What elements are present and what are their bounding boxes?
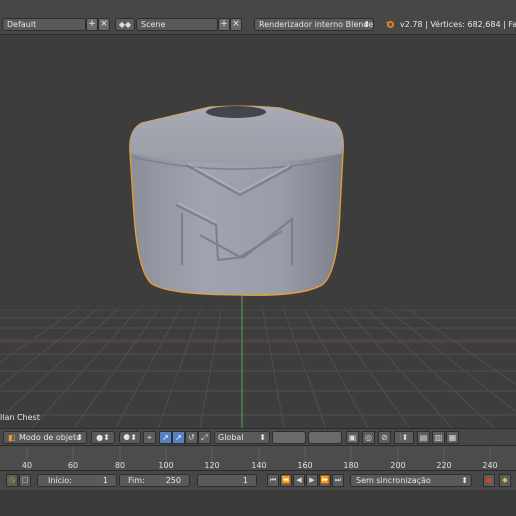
play-reverse-button[interactable]: ◀ [293, 474, 305, 487]
bottom-strip [0, 490, 516, 516]
preview-range-icon[interactable]: ◷ [6, 474, 18, 487]
timeline-header: ◷ ▢ Início: 1 Fim: 250 1 ⏮ ⏪ ◀ ▶ ⏩ ⏭ Sem… [0, 470, 516, 490]
start-frame-value: 1 [102, 476, 108, 485]
screen-layout-name: Default [7, 20, 37, 29]
frame-tick-label: 80 [114, 461, 126, 470]
frame-tick-label: 200 [390, 461, 406, 470]
window-top-strip [0, 0, 516, 14]
snap-element-dropdown[interactable]: ⫶⬍ [394, 431, 414, 444]
cube-icon: ◧ [8, 433, 16, 442]
pivot-icon: ⚈⬍ [123, 433, 137, 442]
viewport-canvas [0, 105, 516, 428]
layers-group-1[interactable] [272, 431, 306, 444]
current-frame-value: 1 [242, 476, 248, 485]
jump-prev-keyframe-button[interactable]: ⏪ [280, 474, 292, 487]
rotate-manipulator-button[interactable]: ↺ [185, 431, 198, 444]
jump-next-keyframe-button[interactable]: ⏩ [319, 474, 331, 487]
add-screen-button[interactable]: + [86, 18, 98, 31]
scale-manipulator-button[interactable]: ⤢ [198, 431, 211, 444]
jump-start-button[interactable]: ⏮ [267, 474, 279, 487]
sync-mode-label: Sem sincronização [356, 476, 431, 485]
frame-tick-label: 180 [343, 461, 359, 470]
start-frame-label: Início: [48, 476, 72, 485]
add-scene-button[interactable]: + [218, 18, 230, 31]
layers-group-2[interactable] [308, 431, 342, 444]
frame-tick-label: 240 [482, 461, 498, 470]
3d-viewport[interactable]: llan Chest [0, 35, 516, 428]
manipulator-toggle-button[interactable]: ⌖ [143, 431, 156, 444]
dropdown-arrows-icon: ⬍ [259, 433, 266, 442]
end-frame-label: Fim: [128, 476, 145, 485]
lock-range-icon[interactable]: ▢ [19, 474, 31, 487]
transform-orientation-label: Global [218, 433, 244, 442]
lock-camera-button[interactable]: ▣ [346, 431, 359, 444]
frame-tick-label: 120 [204, 461, 220, 470]
snap-toggle-button[interactable]: ⊘ [378, 431, 391, 444]
dropdown-arrows-icon: ⬍ [76, 433, 83, 442]
interaction-mode-dropdown[interactable]: ◧ Modo de objeto ⬍ [3, 431, 87, 444]
sync-mode-dropdown[interactable]: Sem sincronização ⬍ [350, 474, 472, 487]
jump-end-button[interactable]: ⏭ [332, 474, 344, 487]
grid-floor [0, 304, 516, 428]
end-frame-value: 250 [165, 476, 181, 485]
record-icon[interactable]: ● [483, 474, 495, 487]
frame-tick-label: 160 [297, 461, 313, 470]
pivot-point-dropdown[interactable]: ⚈⬍ [119, 431, 141, 444]
chest-armour-mesh [129, 105, 344, 296]
info-header: Default + × ◆◆ Scene + × Renderizador in… [0, 14, 516, 35]
keying-set-icon[interactable]: ◆ [499, 474, 511, 487]
dropdown-arrows-icon: ⬍ [461, 476, 468, 485]
current-frame-field[interactable]: 1 [197, 474, 257, 487]
render-preview-button[interactable]: ▤ [417, 431, 430, 444]
render-engine-label: Renderizador interno Blender [259, 20, 374, 29]
blender-logo-icon [385, 20, 395, 29]
scene-field[interactable]: Scene [136, 18, 218, 31]
frame-tick-label: 60 [67, 461, 79, 470]
frame-tick-label: 40 [21, 461, 33, 470]
view3d-header: ◧ Modo de objeto ⬍ ●⬍ ⚈⬍ ⌖ ↗ ↗ ↺ ⤢ Globa… [0, 428, 516, 445]
translate-manipulator-button[interactable]: ↗ [159, 431, 172, 444]
scene-name: Scene [141, 20, 166, 29]
end-frame-field[interactable]: Fim: 250 [119, 474, 190, 487]
viewport-shading-dropdown[interactable]: ●⬍ [91, 431, 115, 444]
frame-tick-label: 100 [158, 461, 174, 470]
opengl-animation-button[interactable]: ▦ [446, 431, 459, 444]
frame-tick-label: 220 [436, 461, 452, 470]
proportional-edit-button[interactable]: ◎ [362, 431, 375, 444]
interaction-mode-label: Modo de objeto [19, 433, 82, 442]
start-frame-field[interactable]: Início: 1 [37, 474, 117, 487]
frame-tick-label: 140 [251, 461, 267, 470]
translate-arrow-icon[interactable]: ↗ [172, 431, 185, 444]
remove-screen-button[interactable]: × [98, 18, 110, 31]
opengl-render-button[interactable]: ▥ [432, 431, 445, 444]
scene-statistics: v2.78 | Vértices: 682,684 | Faces [400, 20, 516, 29]
screen-layout-field[interactable]: Default [2, 18, 86, 31]
scene-selector-icon[interactable]: ◆◆ [115, 18, 135, 31]
dropdown-arrows-icon: ⬍ [363, 20, 370, 29]
timeline-ruler[interactable]: 40 60 80 100 120 140 160 180 200 220 240 [0, 445, 516, 471]
transform-orientation-dropdown[interactable]: Global ⬍ [214, 431, 270, 444]
active-object-label: llan Chest [0, 413, 40, 422]
remove-scene-button[interactable]: × [230, 18, 242, 31]
play-button[interactable]: ▶ [306, 474, 318, 487]
solid-shading-icon: ●⬍ [96, 433, 110, 442]
render-engine-dropdown[interactable]: Renderizador interno Blender ⬍ [254, 18, 374, 31]
